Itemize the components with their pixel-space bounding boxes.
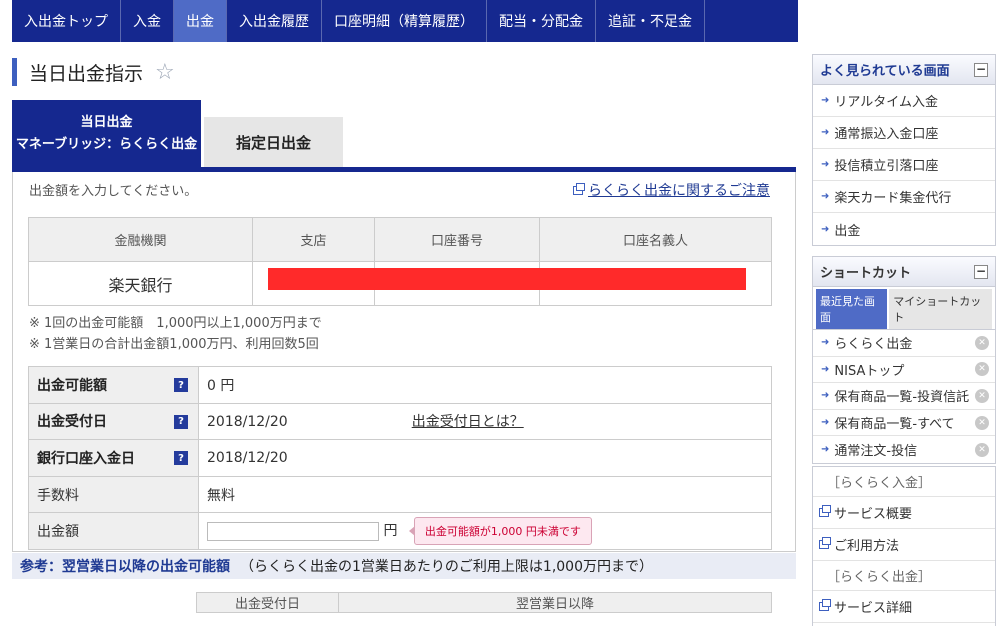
remove-icon[interactable]: ✕ [975,415,989,430]
section-easy-deposit: ［らくらく入金］ [813,467,995,497]
amount-input[interactable] [207,521,379,541]
label-available: 出金可能額? [28,366,199,404]
nav-deposit[interactable]: 入金 [121,0,174,42]
external-window-icon [819,599,831,611]
arrow-icon: ➜ [821,223,830,235]
tab-recent[interactable]: 最近見た画面 [816,289,888,329]
notice-link[interactable]: らくらく出金に関するご注意 [573,180,770,200]
label-deposit-date: 銀行口座入金日? [28,439,199,477]
frequent-screens-title: よく見られている画面 − [813,55,995,85]
collapse-icon[interactable]: − [974,63,988,77]
frequent-item[interactable]: ➜ 投信積立引落口座 [813,149,995,181]
remove-icon[interactable]: ✕ [975,335,989,350]
recent-item[interactable]: ➜ らくらく出金 ✕ [813,330,995,357]
recent-item[interactable]: ➜ NISAトップ ✕ [813,357,995,384]
reference-title: 参考：翌営業日以降の出金可能額 [20,559,230,575]
frequent-item[interactable]: ➜ 出金 [813,213,995,245]
header-bank: 金融機関 [28,217,253,262]
tab-label-line2: マネーブリッジ：らくらく出金 [15,137,198,152]
remove-icon[interactable]: ✕ [975,388,989,403]
remove-icon[interactable]: ✕ [975,362,989,377]
frequent-screens-panel: よく見られている画面 − ➜ リアルタイム入金 ➜ 通常振込入金口座 ➜ 投信積立引落口… [812,54,996,246]
recent-item[interactable]: ➜ 保有商品一覧-すべて ✕ [813,410,995,437]
arrow-icon: ➜ [821,444,830,456]
help-icon[interactable]: ? [174,414,188,429]
arrow-icon: ➜ [821,417,830,429]
nav-account-statement[interactable]: 口座明細（精算履歴） [322,0,487,42]
recent-item[interactable]: ➜ 保有商品一覧-投資信託 ✕ [813,383,995,410]
tab-my-shortcut[interactable]: マイショートカット [889,289,992,329]
page-title: 当日出金指示 [29,62,144,85]
remove-icon[interactable]: ✕ [975,442,989,457]
notes: ※ 1回の出金可能額 1,000円以上1,000万円まで ※ 1営業日の合計出金… [29,313,322,355]
reference-bar: 参考：翌営業日以降の出金可能額 （らくらく出金の1営業日あたりのご利用上限は1,… [12,553,796,579]
external-window-icon [573,182,585,195]
header-next-business-day: 翌営業日以降 [338,592,772,613]
arrow-icon: ➜ [821,337,830,349]
arrow-icon: ➜ [821,363,830,375]
warning-tooltip: 出金可能額が1,000 円未満です [408,517,592,546]
redaction-bar [268,268,746,290]
reference-note: （らくらく出金の1営業日あたりのご利用上限は1,000万円まで） [240,559,653,575]
withdrawal-form: 出金可能額? 0 円 出金受付日? 2018/12/20 出金受付日とは？ 銀行口… [28,366,772,550]
recent-item[interactable]: ➜ 通常注文-投信 ✕ [813,436,995,463]
star-icon[interactable]: ☆ [155,60,175,85]
nav-deposit-top[interactable]: 入出金トップ [12,0,121,42]
external-window-icon [819,505,831,517]
collapse-icon[interactable]: − [974,265,988,279]
label-amount: 出金額 [28,512,199,550]
note-daily: ※ 1営業日の合計出金額1,000万円、利用回数5回 [29,337,319,352]
value-deposit-date: 2018/12/20 [198,439,772,477]
arrow-icon: ➜ [821,191,830,202]
external-window-icon [819,537,831,549]
future-withdrawal-table: 出金受付日 翌営業日以降 [196,592,772,613]
value-available: 0 円 [198,366,772,404]
value-accept-date: 2018/12/20 [207,414,288,431]
nav-history[interactable]: 入出金履歴 [227,0,322,42]
value-fee: 無料 [198,475,772,514]
header-branch: 支店 [252,217,375,262]
label-fee: 手数料 [28,475,199,514]
arrow-icon: ➜ [821,127,830,138]
notice-link-text: らくらく出金に関するご注意 [588,183,770,199]
nav-dividends[interactable]: 配当・分配金 [487,0,596,42]
help-icon[interactable]: ? [174,378,188,392]
page-header: 当日出金指示 ☆ [12,57,175,87]
label-accept-date: 出金受付日? [28,402,199,441]
related-link[interactable]: サービス詳細 [813,591,995,623]
related-link[interactable]: サービス概要 [813,497,995,529]
help-icon[interactable]: ? [174,451,188,466]
header-account-number: 口座番号 [374,217,540,262]
tab-label-line1: 当日出金 [80,115,133,130]
tab-scheduled-withdrawal[interactable]: 指定日出金 [204,117,343,168]
shortcut-panel: ショートカット − 最近見た画面 マイショートカット ➜ らくらく出金 ✕ ➜ NISA… [812,256,996,464]
nav-withdrawal[interactable]: 出金 [174,0,227,42]
tab-same-day-withdrawal[interactable]: 当日出金 マネーブリッジ：らくらく出金 [12,100,201,168]
section-easy-withdrawal: ［らくらく出金］ [813,561,995,591]
header-account-holder: 口座名義人 [539,217,772,262]
top-nav: 入出金トップ 入金 出金 入出金履歴 口座明細（精算履歴） 配当・分配金 追証・… [12,0,798,42]
bank-account-table: 金融機関 支店 口座番号 口座名義人 楽天銀行 [28,217,772,306]
related-link[interactable]: ご利用方法 [813,529,995,561]
note-limit: ※ 1回の出金可能額 1,000円以上1,000万円まで [29,316,322,331]
shortcut-title: ショートカット − [813,257,995,287]
frequent-item[interactable]: ➜ リアルタイム入金 [813,85,995,117]
shortcut-tabs: 最近見た画面 マイショートカット [813,287,995,330]
amount-unit: 円 [383,523,398,540]
nav-margin-shortfall[interactable]: 追証・不足金 [596,0,705,42]
accept-date-help-link[interactable]: 出金受付日とは？ [412,414,524,430]
arrow-icon: ➜ [821,390,830,402]
related-links-panel: ［らくらく入金］ サービス概要 ご利用方法 ［らくらく出金］ サービス詳細 [812,466,996,626]
frequent-item[interactable]: ➜ 通常振込入金口座 [813,117,995,149]
intro-text: 出金額を入力してください。 [29,184,198,199]
arrow-icon: ➜ [821,159,830,170]
arrow-icon: ➜ [821,95,830,106]
frequent-item[interactable]: ➜ 楽天カード集金代行 [813,181,995,213]
bank-name: 楽天銀行 [28,261,253,306]
header-accept-date: 出金受付日 [196,592,339,613]
title-accent-bar [12,58,17,86]
